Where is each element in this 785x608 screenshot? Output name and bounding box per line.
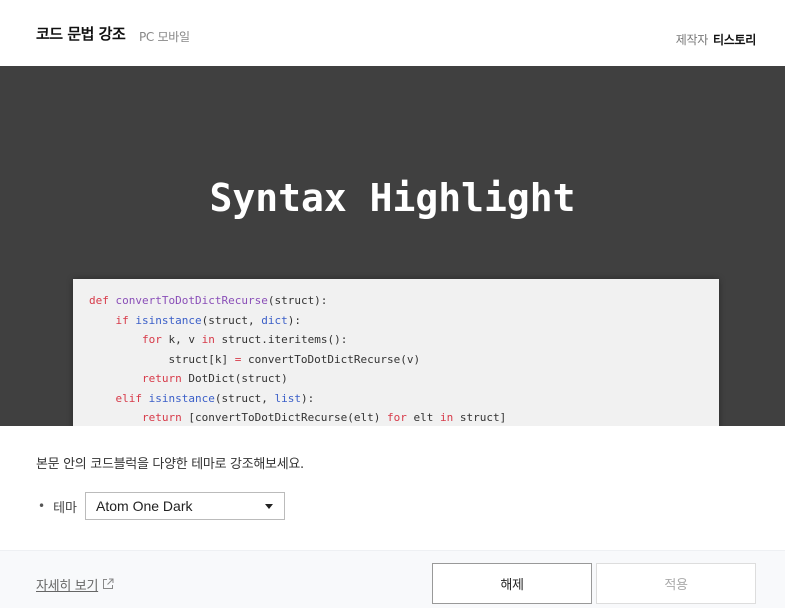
maker-info: 제작자 티스토리	[675, 31, 757, 48]
code-token: struct.iteritems():	[214, 333, 348, 346]
caret-down-icon	[265, 504, 273, 509]
preview-banner: Syntax Highlight def convertToDotDictRec…	[0, 66, 785, 426]
code-token: if	[115, 313, 129, 327]
more-info-link[interactable]: 자세히 보기	[36, 575, 98, 594]
code-token: in	[201, 333, 215, 346]
code-line: return [convertToDotDictRecurse(elt) for…	[89, 408, 719, 426]
code-token: for	[141, 333, 162, 346]
theme-select[interactable]: Atom One Dark	[85, 492, 285, 520]
code-line: if isinstance(struct, dict):	[89, 311, 719, 331]
code-token: return	[141, 411, 182, 424]
code-line: struct[k] = convertToDotDictRecurse(v)	[89, 350, 719, 370]
code-token: struct[k]	[89, 352, 235, 366]
header: 코드 문법 강조 PC 모바일 제작자 티스토리	[0, 0, 785, 66]
code-line: for k, v in struct.iteritems():	[89, 330, 719, 350]
code-token: ):	[287, 313, 301, 327]
code-line: elif isinstance(struct, list):	[89, 389, 719, 409]
apply-button[interactable]: 적용	[596, 563, 756, 604]
code-token: [convertToDotDictRecurse(elt)	[181, 411, 388, 424]
page-title: 코드 문법 강조	[36, 25, 126, 43]
code-token: DotDict(struct)	[181, 372, 288, 385]
code-line: return DotDict(struct)	[89, 369, 719, 389]
code-token: isinstance	[148, 391, 215, 405]
code-token: elif	[115, 391, 143, 405]
code-token: for	[387, 411, 407, 424]
code-token: isinstance	[135, 313, 202, 327]
theme-row: • 테마 Atom One Dark	[38, 492, 285, 520]
platform-subtitle: PC 모바일	[139, 30, 190, 44]
code-token: (struct,	[201, 313, 262, 327]
bullet: •	[38, 499, 46, 513]
release-button[interactable]: 해제	[432, 563, 592, 604]
code-line: def convertToDotDictRecurse(struct):	[89, 291, 719, 311]
code-token: def	[89, 294, 109, 307]
maker-label: 제작자	[675, 33, 709, 47]
description: 본문 안의 코드블럭을 다양한 테마로 강조해보세요.	[36, 457, 304, 472]
code-token: (struct,	[214, 391, 275, 405]
external-link-icon[interactable]	[102, 578, 114, 590]
code-sample: def convertToDotDictRecurse(struct): if …	[73, 279, 719, 426]
code-token: elt	[406, 411, 441, 424]
theme-label: 테마	[53, 500, 77, 516]
footer: 자세히 보기 해제 적용	[0, 550, 785, 608]
code-token: struct]	[453, 411, 507, 424]
code-token: (struct):	[267, 294, 328, 307]
code-token: ):	[300, 391, 315, 405]
code-token: k, v	[161, 333, 202, 346]
banner-title: Syntax Highlight	[209, 176, 576, 220]
code-token: return	[141, 372, 182, 385]
code-token: list	[274, 391, 301, 405]
code-token: dict	[261, 313, 288, 327]
maker-value: 티스토리	[713, 33, 756, 47]
code-token: convertToDotDictRecurse	[115, 294, 268, 307]
theme-selected-value: Atom One Dark	[96, 498, 193, 514]
code-token: in	[440, 411, 454, 424]
code-token: convertToDotDictRecurse(v)	[241, 352, 421, 366]
